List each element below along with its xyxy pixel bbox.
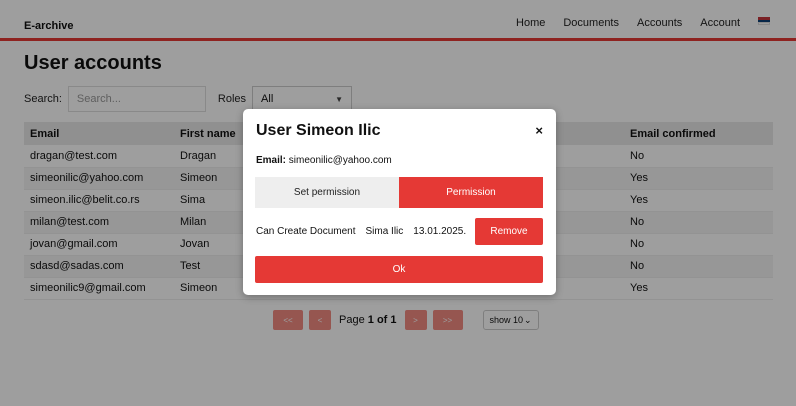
close-icon[interactable]: × bbox=[535, 123, 543, 138]
tab-set-permission[interactable]: Set permission bbox=[255, 177, 399, 208]
ok-button[interactable]: Ok bbox=[255, 256, 543, 283]
email-value: simeonilic@yahoo.com bbox=[288, 155, 392, 166]
permission-date: 13.01.2025. bbox=[413, 226, 467, 237]
modal-email: Email: simeonilic@yahoo.com bbox=[256, 155, 392, 166]
email-label: Email: bbox=[256, 155, 287, 166]
user-permission-modal: User Simeon Ilic × Email: simeonilic@yah… bbox=[243, 109, 556, 295]
modal-title: User Simeon Ilic bbox=[256, 122, 381, 139]
permission-row: Can Create Document Sima Ilic 13.01.2025… bbox=[256, 218, 543, 245]
remove-permission-button[interactable]: Remove bbox=[475, 218, 543, 245]
permission-name: Can Create Document bbox=[256, 226, 356, 237]
permission-granted-by: Sima Ilic bbox=[365, 226, 404, 237]
modal-tabs: Set permission Permission bbox=[255, 177, 543, 208]
tab-permission[interactable]: Permission bbox=[399, 177, 543, 208]
